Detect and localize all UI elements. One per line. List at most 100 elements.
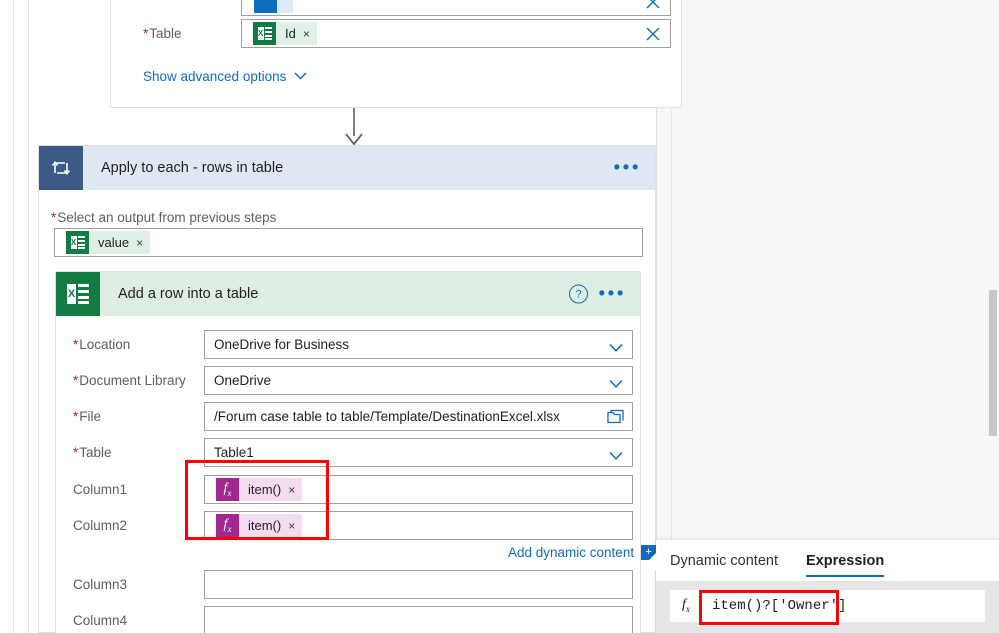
field-label-column1: Column1 [73, 482, 128, 497]
required-indicator-select-output: * [51, 209, 57, 225]
excel-icon-action-header: X [56, 272, 100, 316]
apply-to-each-title: Apply to each - rows in table [101, 160, 284, 176]
select-output-label-row: * Select an output from previous steps [51, 208, 276, 226]
table-token-remove-icon[interactable]: × [303, 28, 310, 40]
field-input-file[interactable]: /Forum case table to table/Template/Dest… [204, 402, 633, 431]
value-token-label: value [98, 235, 130, 250]
value-token[interactable]: X value × [66, 231, 151, 254]
previous-table-field-label: Table [149, 26, 182, 41]
down-arrow-connector [334, 108, 374, 146]
add-row-into-table-card: X Add a row into a table ? ••• *Location… [55, 271, 657, 633]
column1-token-remove-icon[interactable]: × [288, 484, 295, 496]
required-indicator-location: * [73, 337, 79, 352]
excel-icon-value-token: X [66, 231, 89, 254]
field-input-column1[interactable]: fx item() × [204, 475, 633, 504]
field-input-column4[interactable] [204, 606, 633, 633]
fx-icon-column1: fx [216, 478, 239, 501]
field-label-column3: Column3 [73, 577, 128, 592]
vertical-scrollbar[interactable] [984, 0, 999, 633]
tab-expression-label: Expression [806, 552, 885, 569]
expression-input-value: item()?['Owner'] [712, 598, 847, 614]
left-rail [0, 0, 38, 633]
chevron-down-icon-location[interactable] [609, 340, 623, 352]
show-advanced-options-row[interactable]: Show advanced options [143, 66, 307, 86]
previous-table-field-row: *Table X Id × [111, 19, 683, 48]
dynamic-content-token-partial[interactable] [254, 0, 293, 13]
column2-token-label: item() [248, 518, 282, 533]
previous-table-field-label-wrap: *Table [111, 26, 241, 41]
value-token-remove-icon[interactable]: × [136, 237, 143, 249]
field-row-column1: Column1 fx item() × [56, 475, 642, 504]
folder-picker-icon[interactable] [607, 409, 624, 424]
field-input-location[interactable]: OneDrive for Business [204, 330, 633, 359]
chevron-down-icon-table[interactable] [609, 448, 623, 460]
field-label-location: Location [79, 337, 131, 352]
chevron-down-icon [294, 72, 307, 80]
right-panel-background [656, 0, 999, 633]
field-row-column4: Column4 [56, 606, 642, 633]
field-input-column3[interactable] [204, 570, 633, 599]
dynamic-content-panel: Dynamic content Expression fx item()?['O… [647, 540, 999, 633]
apply-to-each-card: Apply to each - rows in table ••• * Sele… [38, 145, 657, 633]
table-token-body: Id × [276, 22, 317, 45]
field-row-location: *Location OneDrive for Business [56, 330, 642, 359]
field-value-location: OneDrive for Business [214, 337, 350, 352]
field-row-table: *Table Table1 [56, 438, 642, 467]
previous-field-input-partial[interactable] [241, 0, 671, 16]
vertical-scrollbar-thumb[interactable] [989, 290, 997, 436]
apply-to-each-header[interactable]: Apply to each - rows in table ••• [39, 146, 655, 190]
add-row-title: Add a row into a table [118, 286, 259, 302]
add-row-menu-button[interactable]: ••• [599, 285, 626, 304]
rail-divider-1 [13, 0, 14, 633]
clear-icon-partial[interactable] [645, 0, 661, 10]
rail-divider-2 [28, 0, 29, 633]
expression-editor-row: fx item()?['Owner'] [670, 590, 985, 622]
field-input-table[interactable]: Table1 [204, 438, 633, 467]
column1-expression-token[interactable]: fx item() × [216, 478, 303, 501]
app-root: *Table X Id × Show advanced options Appl… [0, 0, 999, 633]
field-input-document-library[interactable]: OneDrive [204, 366, 633, 395]
column1-token-label: item() [248, 482, 282, 497]
field-row-file: *File /Forum case table to table/Templat… [56, 402, 642, 431]
column2-expression-token[interactable]: fx item() × [216, 514, 303, 537]
required-indicator-table-field: * [73, 445, 79, 460]
previous-field-row-partial [241, 0, 671, 16]
close-icon-table-field[interactable] [645, 26, 661, 42]
show-advanced-options-label[interactable]: Show advanced options [143, 69, 286, 84]
table-token[interactable]: X Id × [253, 22, 317, 45]
apply-to-each-menu-button[interactable]: ••• [614, 159, 641, 178]
required-indicator-table: * [143, 26, 149, 41]
fx-icon-column2: fx [216, 514, 239, 537]
required-indicator-file: * [73, 409, 79, 424]
field-label-wrap-table: *Table [56, 445, 204, 460]
required-indicator-document-library: * [73, 373, 79, 388]
help-icon[interactable]: ? [569, 284, 588, 304]
select-output-input[interactable]: X value × [54, 228, 643, 257]
column2-token-remove-icon[interactable]: × [288, 520, 295, 532]
field-row-column2: Column2 fx item() × [56, 511, 642, 540]
tab-dynamic-content[interactable]: Dynamic content [670, 540, 778, 581]
field-label-column4: Column4 [73, 613, 128, 628]
field-label-document-library: Document Library [79, 373, 186, 388]
expression-input[interactable]: item()?['Owner'] [702, 590, 985, 622]
flow-canvas: *Table X Id × Show advanced options Appl… [38, 0, 682, 633]
field-input-column2[interactable]: fx item() × [204, 511, 633, 540]
add-row-header[interactable]: X Add a row into a table ? ••• [56, 272, 640, 316]
dynamic-content-token-label [277, 0, 293, 13]
column1-token-body: item() × [239, 478, 303, 501]
excel-icon: X [253, 22, 276, 45]
tab-dynamic-content-label: Dynamic content [670, 552, 778, 569]
dynamic-content-token-icon [254, 0, 277, 13]
add-dynamic-content-label[interactable]: Add dynamic content [508, 545, 634, 560]
previous-table-field-input[interactable]: X Id × [241, 19, 671, 48]
previous-action-card: *Table X Id × Show advanced options [110, 0, 682, 108]
field-value-document-library: OneDrive [214, 373, 272, 388]
field-row-document-library: *Document Library OneDrive [56, 366, 642, 395]
select-output-label: Select an output from previous steps [57, 209, 277, 225]
chevron-down-icon-document-library[interactable] [609, 376, 623, 388]
tab-expression[interactable]: Expression [806, 540, 885, 581]
field-label-table: Table [79, 445, 112, 460]
field-value-file: /Forum case table to table/Template/Dest… [214, 409, 560, 424]
field-label-wrap-file: *File [56, 409, 204, 424]
add-dynamic-content-row[interactable]: Add dynamic content + [508, 542, 657, 562]
